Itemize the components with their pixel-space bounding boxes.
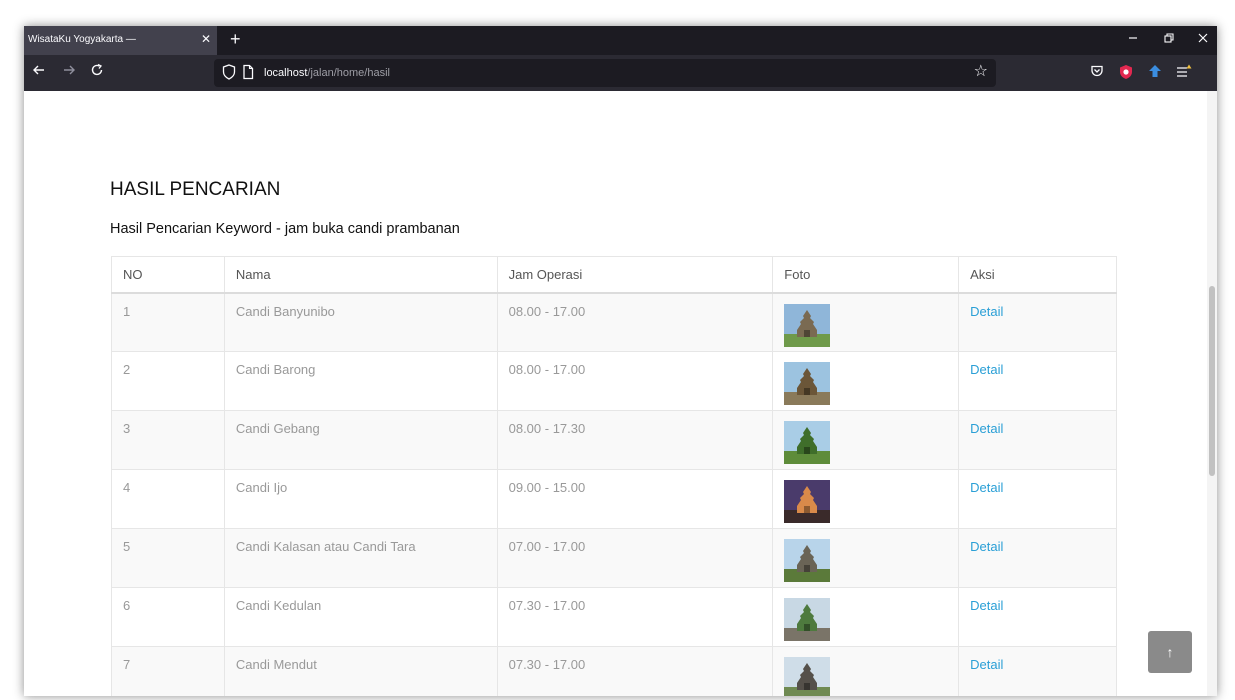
cell-aksi: Detail	[958, 351, 1117, 411]
cell-nama: Candi Barong	[223, 351, 498, 411]
detail-link[interactable]: Detail	[970, 539, 1003, 554]
cell-aksi: Detail	[958, 469, 1117, 529]
cell-jam-operasi: 08.00 - 17.00	[496, 292, 774, 352]
detail-link[interactable]: Detail	[970, 421, 1003, 436]
header-nama: Nama	[223, 256, 498, 294]
cell-aksi: Detail	[958, 528, 1117, 588]
table-header-row: NO Nama Jam Operasi Foto Aksi	[111, 256, 1117, 294]
cell-jam-operasi: 07.30 - 17.00	[496, 587, 774, 647]
cell-nama: Candi Ijo	[223, 469, 498, 529]
cell-no: 1	[111, 292, 225, 352]
cell-foto	[772, 351, 960, 411]
cell-foto	[772, 469, 960, 529]
nav-toolbar: localhost/jalan/home/hasil ☆	[24, 55, 1217, 91]
cell-jam-operasi: 09.00 - 15.00	[496, 469, 774, 529]
menu-icon[interactable]	[1176, 64, 1192, 83]
results-table: NO Nama Jam Operasi Foto Aksi 1 Candi Ban…	[111, 256, 1117, 696]
detail-link[interactable]: Detail	[970, 480, 1003, 495]
search-keyword-subtitle: Hasil Pencarian Keyword - jam buka candi…	[110, 221, 460, 237]
cell-aksi: Detail	[958, 292, 1117, 352]
page-icon[interactable]	[242, 64, 254, 85]
cell-foto	[772, 528, 960, 588]
temple-photo-thumbnail	[784, 362, 831, 405]
cell-aksi: Detail	[958, 646, 1117, 696]
cell-no: 7	[111, 646, 225, 696]
cell-no: 6	[111, 587, 225, 647]
shield-extension-icon[interactable]	[1118, 64, 1134, 85]
restore-icon[interactable]	[1163, 32, 1175, 47]
detail-link[interactable]: Detail	[970, 657, 1003, 672]
url-path: /jalan/home/hasil	[307, 67, 390, 79]
scrollbar[interactable]	[1207, 91, 1217, 696]
shield-icon[interactable]	[222, 64, 236, 85]
cell-nama: Candi Gebang	[223, 410, 498, 470]
cell-nama: Candi Mendut	[223, 646, 498, 696]
temple-photo-thumbnail	[784, 657, 831, 696]
temple-photo-thumbnail	[784, 421, 831, 464]
table-row: 1 Candi Banyunibo 08.00 - 17.00 Detail	[111, 292, 1117, 352]
cell-aksi: Detail	[958, 587, 1117, 647]
table-row: 6 Candi Kedulan 07.30 - 17.00 Detail	[111, 587, 1117, 647]
cell-jam-operasi: 07.30 - 17.00	[496, 646, 774, 696]
tab-strip: WisataKu Yogyakarta — ✕ +	[24, 26, 1217, 55]
tab-title: WisataKu Yogyakarta —	[28, 34, 136, 45]
header-aksi: Aksi	[958, 256, 1117, 294]
back-to-top-button[interactable]: ↑	[1148, 631, 1192, 673]
temple-photo-thumbnail	[784, 480, 831, 523]
temple-photo-thumbnail	[784, 303, 831, 347]
minimize-icon[interactable]	[1127, 32, 1139, 47]
header-no: NO	[111, 256, 225, 294]
detail-link[interactable]: Detail	[970, 362, 1003, 377]
forward-icon[interactable]	[62, 63, 76, 81]
detail-link[interactable]: Detail	[970, 304, 1003, 319]
reload-icon[interactable]	[90, 63, 104, 81]
table-row: 2 Candi Barong 08.00 - 17.00 Detail	[111, 351, 1117, 411]
header-jam-operasi: Jam Operasi	[496, 256, 774, 294]
cell-jam-operasi: 08.00 - 17.00	[496, 351, 774, 411]
bookmark-star-icon[interactable]: ☆	[974, 62, 988, 82]
cell-nama: Candi Banyunibo	[223, 292, 498, 352]
cell-foto	[772, 646, 960, 696]
cell-foto	[772, 587, 960, 647]
cell-no: 5	[111, 528, 225, 588]
cell-nama: Candi Kedulan	[223, 587, 498, 647]
table-row: 7 Candi Mendut 07.30 - 17.00 Detail	[111, 646, 1117, 696]
header-foto: Foto	[772, 256, 960, 294]
cell-no: 3	[111, 410, 225, 470]
page-title: HASIL PENCARIAN	[110, 179, 281, 200]
detail-link[interactable]: Detail	[970, 598, 1003, 613]
cell-jam-operasi: 08.00 - 17.30	[496, 410, 774, 470]
cell-no: 2	[111, 351, 225, 411]
cell-aksi: Detail	[958, 410, 1117, 470]
scrollbar-thumb[interactable]	[1209, 286, 1215, 476]
browser-window: WisataKu Yogyakarta — ✕ + localhost/jala…	[24, 26, 1217, 696]
table-row: 5 Candi Kalasan atau Candi Tara 07.00 - 17…	[111, 528, 1117, 588]
tab-close-icon[interactable]: ✕	[201, 32, 211, 46]
new-tab-button[interactable]: +	[230, 29, 241, 49]
cell-nama: Candi Kalasan atau Candi Tara	[223, 528, 498, 588]
url-host: localhost	[264, 67, 308, 79]
close-window-icon[interactable]	[1197, 32, 1209, 47]
url-text[interactable]: localhost/jalan/home/hasil	[264, 67, 390, 79]
page-content: HASIL PENCARIAN Hasil Pencarian Keyword …	[24, 91, 1217, 696]
tab-wisataku[interactable]: WisataKu Yogyakarta — ✕	[24, 26, 217, 55]
table-row: 3 Candi Gebang 08.00 - 17.30 Detail	[111, 410, 1117, 470]
pocket-icon[interactable]	[1090, 64, 1104, 83]
cell-no: 4	[111, 469, 225, 529]
cell-foto	[772, 410, 960, 470]
cell-jam-operasi: 07.00 - 17.00	[496, 528, 774, 588]
url-bar[interactable]: localhost/jalan/home/hasil ☆	[214, 59, 996, 87]
cell-foto	[772, 292, 960, 352]
back-icon[interactable]	[32, 63, 46, 81]
upload-extension-icon[interactable]	[1148, 64, 1162, 83]
temple-photo-thumbnail	[784, 539, 831, 582]
temple-photo-thumbnail	[784, 598, 831, 641]
table-row: 4 Candi Ijo 09.00 - 15.00 Detail	[111, 469, 1117, 529]
